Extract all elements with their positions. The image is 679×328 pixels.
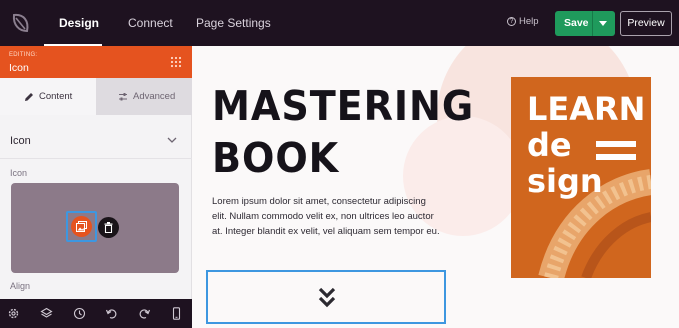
book-title-line-1: LEARN	[527, 90, 646, 128]
bottom-toolbar	[0, 299, 192, 328]
headline-line-2: BOOK	[212, 134, 340, 182]
tab-advanced-label: Advanced	[133, 91, 176, 102]
tab-page-settings[interactable]: Page Settings	[196, 0, 271, 46]
help-icon: ?	[507, 17, 516, 26]
book-cover-image[interactable]: LEARN de sign	[511, 77, 651, 278]
book-title-line-2: de	[527, 126, 572, 164]
trash-icon	[104, 222, 113, 233]
body-paragraph[interactable]: Lorem ipsum dolor sit amet, consectetur …	[212, 194, 442, 239]
field-align-label: Align	[10, 281, 31, 291]
mobile-preview-icon[interactable]	[170, 307, 183, 320]
chevron-down-icon[interactable]	[167, 136, 177, 144]
sliders-icon	[119, 92, 127, 100]
section-title[interactable]: Icon	[10, 135, 31, 147]
redo-icon[interactable]	[138, 307, 151, 320]
field-icon-label: Icon	[10, 168, 28, 178]
help-label: Help	[519, 16, 539, 27]
headline-line-1: MASTERING	[212, 82, 475, 130]
double-chevron-down-icon	[318, 287, 336, 308]
tab-design[interactable]: Design	[59, 0, 99, 46]
book-title-line-3: sign	[527, 162, 603, 200]
select-icon-button[interactable]	[71, 216, 92, 237]
help-link[interactable]: ? Help	[507, 16, 539, 27]
pencil-icon	[25, 92, 33, 101]
history-icon[interactable]	[73, 307, 86, 320]
editing-label: EDITING:	[9, 52, 38, 58]
panel-tabs: Content Advanced	[0, 78, 192, 115]
tab-content[interactable]: Content	[0, 78, 96, 115]
editing-title: Icon	[9, 62, 29, 74]
editing-header: EDITING: Icon	[0, 46, 192, 78]
image-library-icon	[76, 221, 87, 232]
tab-advanced[interactable]: Advanced	[96, 78, 192, 115]
tab-content-label: Content	[39, 91, 73, 102]
save-label: Save	[564, 17, 589, 29]
top-bar: Design Connect Page Settings ? Help Save…	[0, 0, 679, 46]
icon-preview-box[interactable]	[11, 183, 179, 273]
book-bars-graphic	[596, 141, 636, 163]
logo-icon[interactable]	[10, 12, 32, 34]
drag-handle-icon[interactable]	[170, 56, 182, 68]
page-canvas: MASTERING BOOK Lorem ipsum dolor sit ame…	[193, 46, 679, 328]
page-headline[interactable]: MASTERING BOOK	[212, 80, 474, 184]
selected-icon-module[interactable]	[206, 270, 446, 324]
save-dropdown-caret-icon[interactable]	[599, 21, 607, 26]
tab-connect[interactable]: Connect	[128, 0, 173, 46]
preview-button[interactable]: Preview	[620, 11, 672, 36]
settings-panel: EDITING: Icon Content Advanced Icon Icon…	[0, 46, 192, 328]
save-button[interactable]: Save	[555, 11, 615, 36]
undo-icon[interactable]	[105, 307, 118, 320]
save-divider	[592, 11, 593, 36]
settings-icon[interactable]	[7, 307, 20, 320]
section-divider	[0, 158, 192, 159]
layers-icon[interactable]	[40, 307, 53, 320]
remove-icon-button[interactable]	[98, 217, 119, 238]
page-builder-app: Design Connect Page Settings ? Help Save…	[0, 0, 679, 328]
